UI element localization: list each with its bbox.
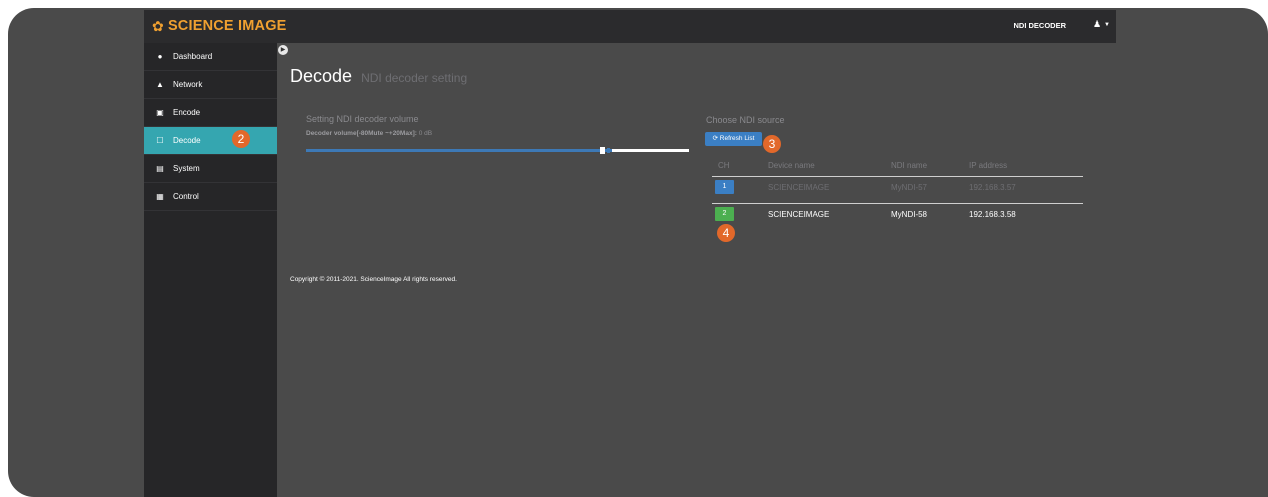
page-subtitle: NDI decoder setting xyxy=(361,71,468,85)
ndi-name-cell: MyNDI-57 xyxy=(891,183,928,192)
column-header-ndi: NDI name xyxy=(891,161,928,170)
refresh-icon: ⟳ xyxy=(712,135,718,142)
sidebar-item-network[interactable]: ▲ Network xyxy=(144,71,277,99)
volume-slider-marker xyxy=(607,148,610,153)
sidebar-item-dashboard[interactable]: ● Dashboard xyxy=(144,43,277,71)
volume-range-label: Decoder volume[-80Mute ~+20Max]: xyxy=(306,130,417,137)
sidebar-item-label: System xyxy=(173,164,200,173)
ndi-name-cell: MyNDI-58 xyxy=(891,210,928,219)
sidebar-item-label: Control xyxy=(173,192,199,201)
brand-logo[interactable]: ✿ SCIENCE IMAGE xyxy=(152,16,287,36)
gear-icon: ✿ xyxy=(152,18,164,34)
device-label: NDI DECODER xyxy=(1013,21,1066,30)
page-title-text: Decode xyxy=(290,66,353,86)
sidebar-item-encode[interactable]: ▣ Encode xyxy=(144,99,277,127)
volume-slider-thumb[interactable] xyxy=(600,147,605,154)
volume-value: 0 dB xyxy=(418,130,433,137)
list-icon: ▤ xyxy=(156,164,164,173)
sidebar: ● Dashboard ▲ Network ▣ Encode ☐ Decode … xyxy=(144,43,277,497)
callout-badge-4: 4 xyxy=(717,224,735,242)
refresh-list-button[interactable]: ⟳ Refresh List xyxy=(705,132,762,146)
device-name-cell: SCIENCEIMAGE xyxy=(768,183,830,192)
device-name-cell: SCIENCEIMAGE xyxy=(768,210,830,219)
callout-badge-3: 3 xyxy=(763,135,781,153)
table-row[interactable]: 2 SCIENCEIMAGE MyNDI-58 192.168.3.58 xyxy=(712,204,1083,230)
sidebar-item-label: Encode xyxy=(173,108,201,117)
grid-icon: ▦ xyxy=(156,192,164,201)
channel-button-2[interactable]: 2 xyxy=(715,207,734,221)
column-header-ch: CH xyxy=(718,161,730,170)
caret-down-icon: ▼ xyxy=(1104,21,1110,28)
dashboard-icon: ● xyxy=(157,52,163,61)
sidebar-toggle-button[interactable]: ▶ xyxy=(278,45,288,55)
sidebar-item-control[interactable]: ▦ Control xyxy=(144,183,277,211)
network-icon: ▲ xyxy=(156,80,164,89)
ip-address-cell: 192.168.3.58 xyxy=(969,210,1016,219)
image-icon: ▣ xyxy=(156,108,164,117)
channel-button-1[interactable]: 1 xyxy=(715,180,734,194)
copyright-footer: Copyright © 2011-2021. ScienceImage All … xyxy=(290,276,457,283)
user-icon: ♟ xyxy=(1092,19,1102,29)
user-menu[interactable]: ♟ ▼ xyxy=(1093,19,1110,30)
sidebar-item-label: Decode xyxy=(173,136,201,145)
volume-slider-fill xyxy=(306,149,612,152)
sidebar-item-decode[interactable]: ☐ Decode xyxy=(144,127,277,155)
volume-slider[interactable] xyxy=(306,147,689,154)
volume-label: Decoder volume[-80Mute ~+20Max]: 0 dB xyxy=(306,130,432,137)
column-header-ip: IP address xyxy=(969,161,1008,170)
ip-address-cell: 192.168.3.57 xyxy=(969,183,1016,192)
ndi-source-table: CH Device name NDI name IP address 1 SCI… xyxy=(712,158,1083,230)
monitor-icon: ☐ xyxy=(156,136,164,145)
table-row[interactable]: 1 SCIENCEIMAGE MyNDI-57 192.168.3.57 xyxy=(712,177,1083,204)
callout-badge-2: 2 xyxy=(232,130,250,148)
top-navbar: ✿ SCIENCE IMAGE NDI DECODER ♟ ▼ xyxy=(144,10,1116,43)
table-header-row: CH Device name NDI name IP address xyxy=(712,158,1083,177)
source-section-title: Choose NDI source xyxy=(706,115,785,125)
sidebar-item-label: Dashboard xyxy=(173,52,213,61)
column-header-device: Device name xyxy=(768,161,815,170)
volume-section-title: Setting NDI decoder volume xyxy=(306,114,419,124)
sidebar-item-system[interactable]: ▤ System xyxy=(144,155,277,183)
page-title: Decode NDI decoder setting xyxy=(290,66,467,87)
sidebar-item-label: Network xyxy=(173,80,203,89)
refresh-button-label: Refresh List xyxy=(719,135,755,142)
brand-name: SCIENCE IMAGE xyxy=(167,18,287,34)
